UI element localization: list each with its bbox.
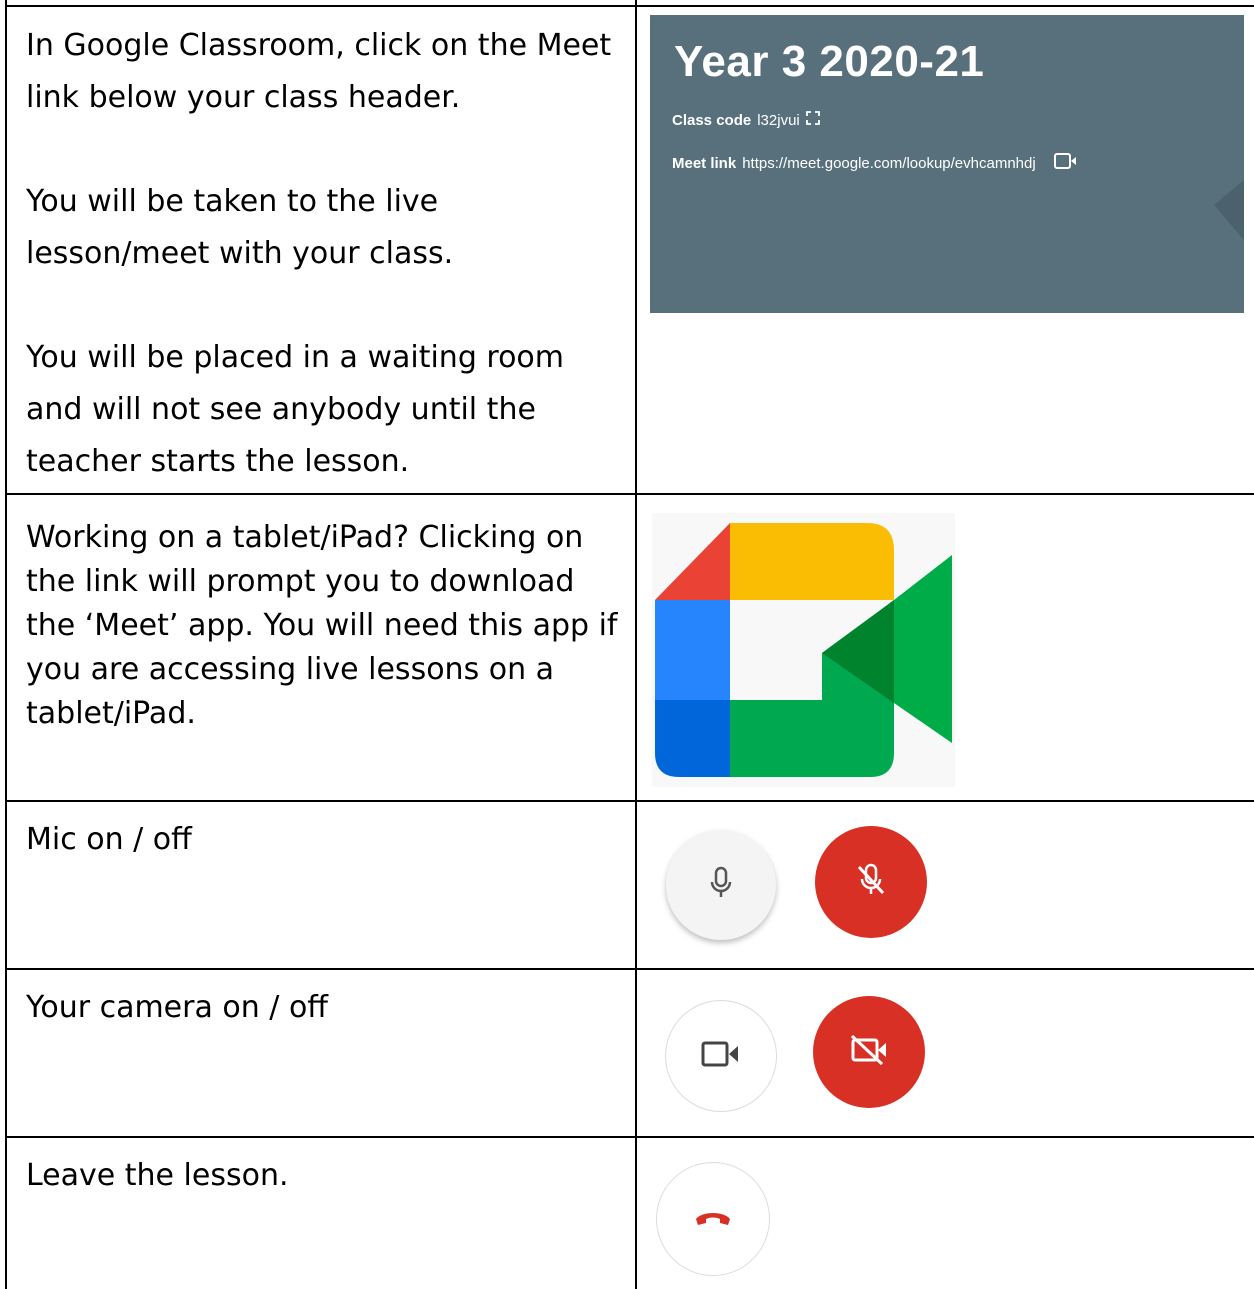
banner-decoration: [1214, 155, 1244, 275]
class-code-label: Class code: [672, 111, 752, 129]
row-divider: [5, 968, 1254, 970]
class-code-row: Class code l32jvui: [672, 111, 820, 129]
leave-call-button[interactable]: [656, 1162, 770, 1276]
google-meet-logo: [652, 513, 955, 787]
mic-instructions: Mic on / off: [26, 814, 626, 866]
instruction-paragraph: You will be placed in a waiting room and…: [26, 340, 565, 479]
classroom-instructions: In Google Classroom, click on the Meet l…: [26, 20, 626, 488]
video-camera-icon[interactable]: [1053, 153, 1078, 173]
hang-up-phone-icon: [693, 1207, 733, 1232]
instruction-document: In Google Classroom, click on the Meet l…: [0, 0, 1254, 1289]
class-title: Year 3 2020-21: [674, 37, 985, 86]
leave-instructions: Leave the lesson.: [26, 1150, 626, 1202]
camera-on-button[interactable]: [665, 1000, 777, 1112]
expand-icon[interactable]: [805, 111, 820, 129]
instruction-paragraph: In Google Classroom, click on the Meet l…: [26, 28, 612, 115]
mic-off-button[interactable]: [815, 826, 927, 938]
microphone-off-icon: [856, 863, 886, 902]
table-top-border: [5, 5, 1254, 7]
tablet-instructions: Working on a tablet/iPad? Clicking on th…: [26, 516, 626, 736]
table-column-divider: [635, 0, 637, 1289]
table-left-border: [5, 0, 7, 1289]
meet-link-row: Meet link https://meet.google.com/lookup…: [672, 153, 1078, 173]
meet-link-label: Meet link: [672, 154, 737, 172]
instruction-paragraph: Leave the lesson.: [26, 1158, 289, 1193]
row-divider: [5, 493, 1254, 495]
class-code-value: l32jvui: [757, 111, 800, 129]
camera-off-icon: [849, 1034, 889, 1071]
microphone-icon: [709, 866, 733, 905]
camera-instructions: Your camera on / off: [26, 982, 626, 1034]
mic-on-button[interactable]: [666, 830, 776, 940]
camera-icon: [701, 1040, 741, 1073]
row-divider: [5, 1136, 1254, 1138]
instruction-paragraph: Working on a tablet/iPad? Clicking on th…: [26, 520, 618, 731]
instruction-paragraph: Your camera on / off: [26, 990, 328, 1025]
meet-link[interactable]: https://meet.google.com/lookup/evhcamnhd…: [742, 155, 1036, 172]
camera-off-button[interactable]: [813, 996, 925, 1108]
class-header-banner: Year 3 2020-21 Class code l32jvui Meet l…: [650, 15, 1244, 313]
row-divider: [5, 800, 1254, 802]
instruction-paragraph: You will be taken to the live lesson/mee…: [26, 184, 454, 271]
instruction-paragraph: Mic on / off: [26, 822, 192, 857]
